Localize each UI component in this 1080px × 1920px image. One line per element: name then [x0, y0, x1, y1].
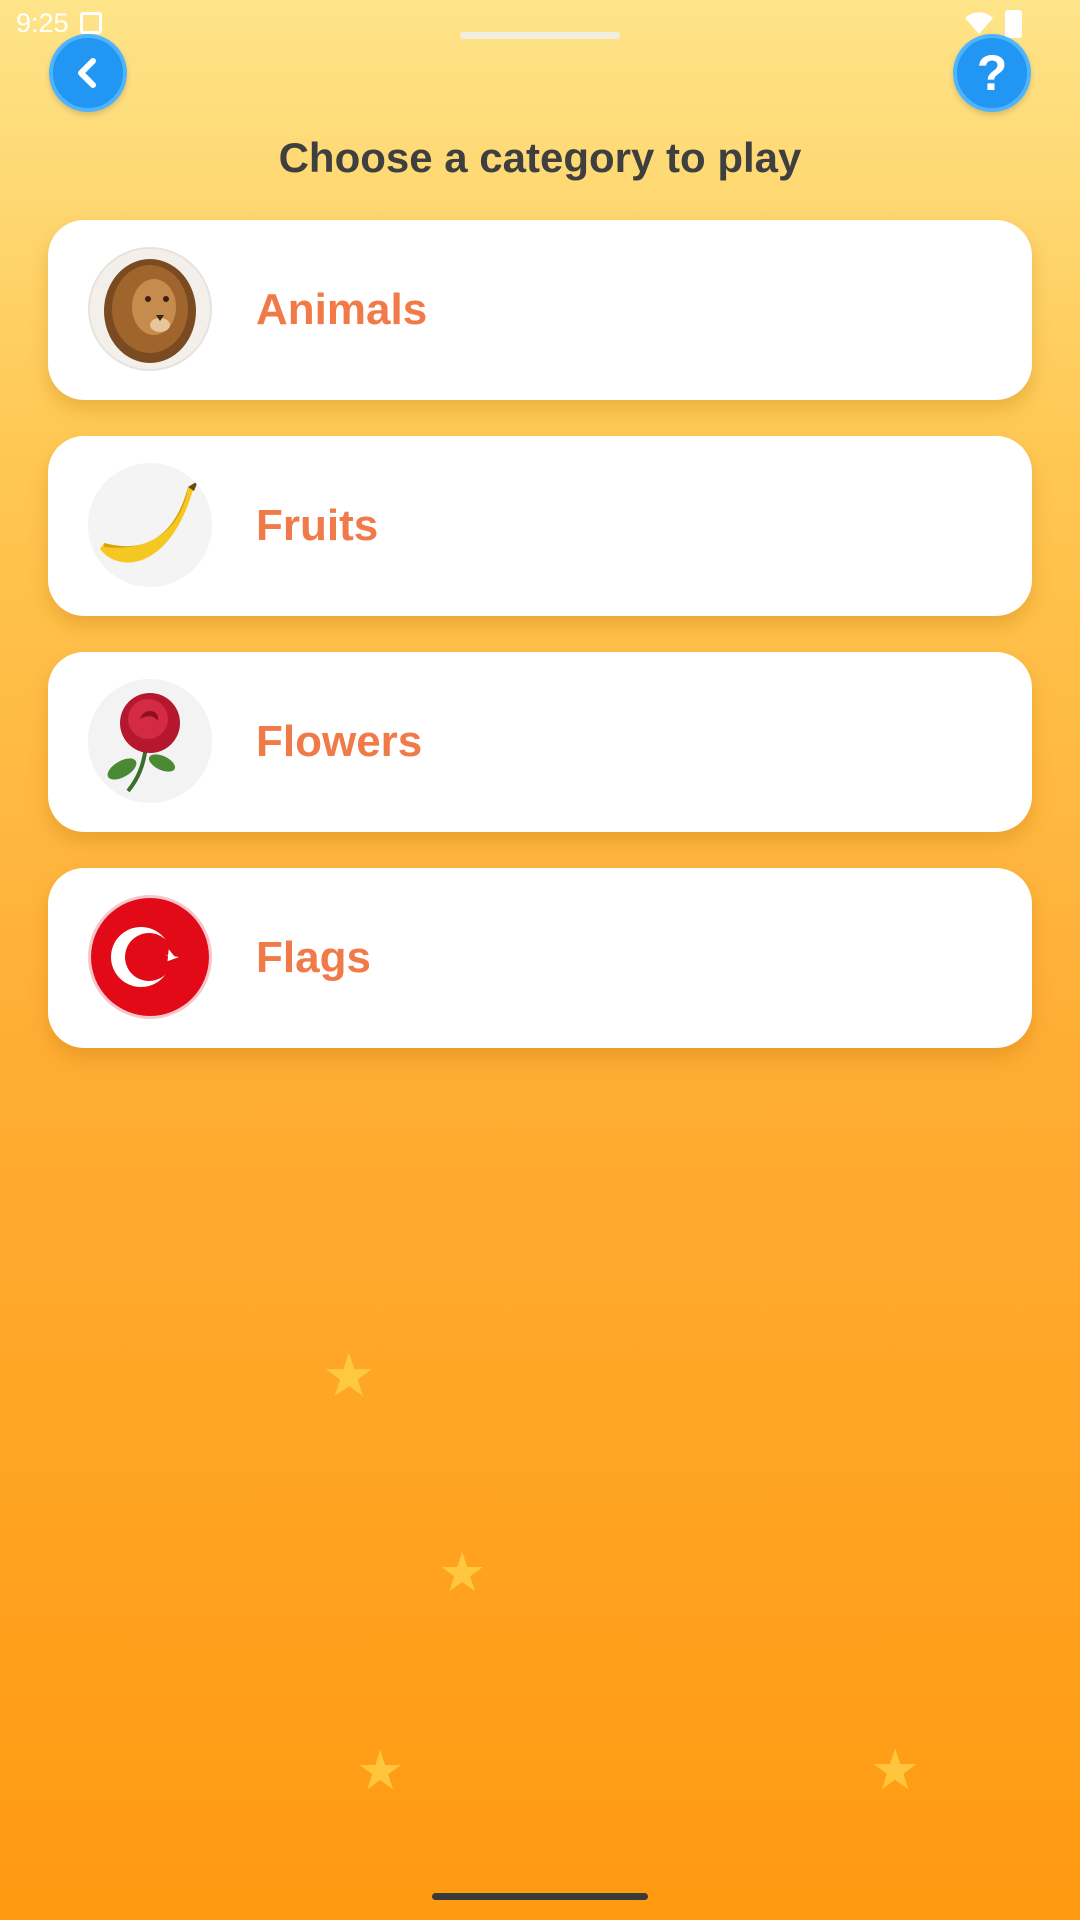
drag-handle[interactable] — [460, 32, 620, 39]
battery-icon — [1005, 10, 1022, 38]
screenshot-notification-icon — [80, 12, 102, 34]
turkey-flag-image — [88, 895, 212, 1019]
category-card-flags[interactable]: Flags — [48, 868, 1032, 1048]
back-button[interactable] — [49, 34, 127, 112]
help-button[interactable]: ? — [953, 34, 1031, 112]
category-label: Flowers — [256, 717, 423, 766]
chevron-left-icon — [78, 58, 96, 88]
category-card-fruits[interactable]: Fruits — [48, 436, 1032, 616]
banana-image — [88, 463, 212, 587]
category-label: Fruits — [256, 501, 379, 550]
star-decoration-icon: ★ — [356, 1741, 405, 1801]
category-card-animals[interactable]: Animals — [48, 220, 1032, 400]
rose-image — [88, 679, 212, 803]
star-decoration-icon: ★ — [438, 1543, 487, 1603]
category-label: Flags — [256, 933, 371, 982]
lion-image — [88, 247, 212, 371]
page-title: Choose a category to play — [278, 134, 802, 181]
category-label: Animals — [256, 285, 428, 334]
star-decoration-icon: ★ — [870, 1738, 921, 1801]
question-mark-icon: ? — [976, 45, 1008, 101]
wifi-icon — [965, 12, 993, 34]
category-card-flowers[interactable]: Flowers — [48, 652, 1032, 832]
star-decoration-icon: ★ — [322, 1342, 376, 1409]
status-time: 9:25 — [16, 8, 69, 38]
home-indicator[interactable] — [432, 1893, 648, 1900]
